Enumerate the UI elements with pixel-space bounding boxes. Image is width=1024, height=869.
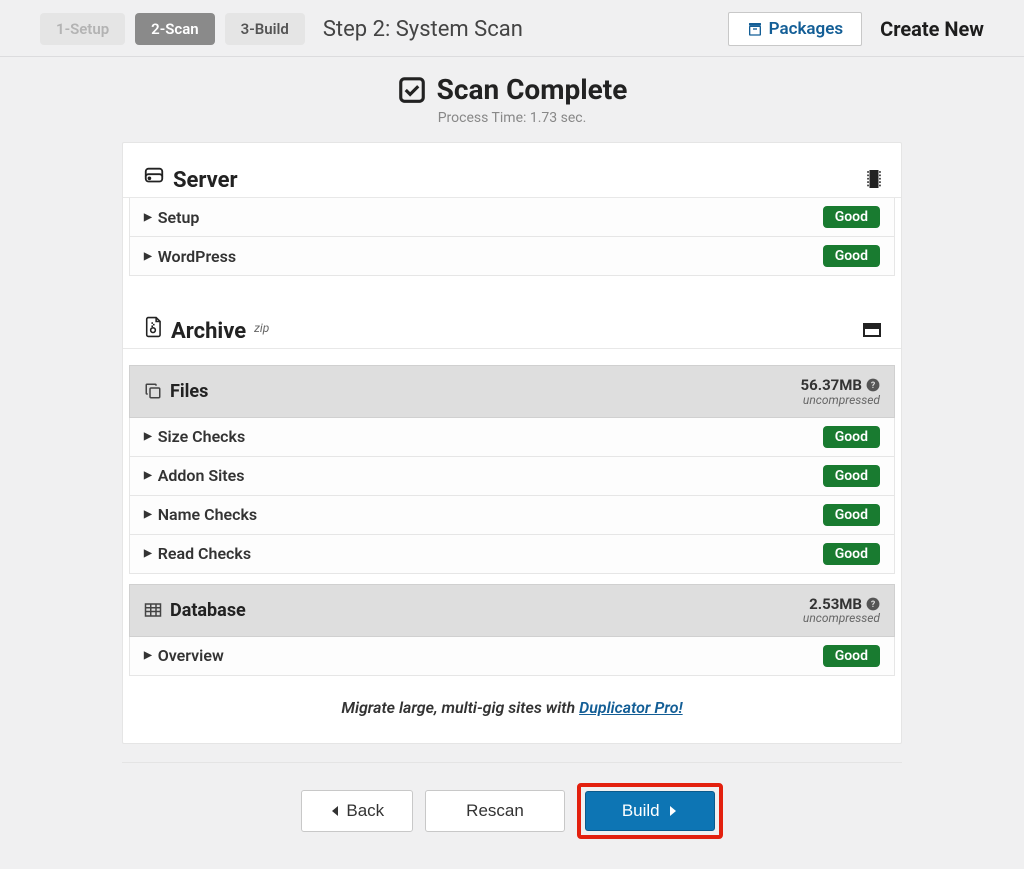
row-label: WordPress — [158, 247, 236, 266]
build-label: Build — [622, 801, 660, 821]
caret-right-icon: ▶ — [144, 431, 152, 442]
status-badge: Good — [823, 426, 880, 448]
files-item-name-checks[interactable]: ▶ Name Checks Good — [129, 496, 895, 535]
promo-line: Migrate large, multi-gig sites with Dupl… — [123, 698, 901, 717]
server-item-wordpress[interactable]: ▶ WordPress Good — [129, 237, 895, 276]
step-1-setup: 1-Setup — [40, 13, 125, 45]
row-label: Overview — [158, 646, 224, 665]
archive-format: zip — [254, 321, 269, 335]
database-size: 2.53MB — [809, 596, 862, 613]
caret-right-icon — [668, 805, 678, 817]
status-badge: Good — [823, 543, 880, 565]
back-label: Back — [346, 801, 384, 821]
table-icon — [144, 602, 162, 618]
build-highlight: Build — [577, 783, 723, 839]
hdd-icon — [143, 165, 165, 187]
files-size: 56.37MB — [801, 377, 862, 394]
server-section-header: Server — [123, 143, 901, 198]
step-3-build[interactable]: 3-Build — [225, 13, 305, 45]
row-label: Read Checks — [158, 544, 251, 563]
wizard-header: 1-Setup 2-Scan 3-Build Step 2: System Sc… — [0, 0, 1024, 57]
status-badge: Good — [823, 504, 880, 526]
server-title: Server — [173, 168, 238, 193]
database-item-overview[interactable]: ▶ Overview Good — [129, 637, 895, 676]
files-item-size-checks[interactable]: ▶ Size Checks Good — [129, 418, 895, 457]
svg-text:?: ? — [871, 600, 876, 610]
row-label: Setup — [158, 208, 200, 227]
copy-icon — [144, 382, 162, 400]
process-time: Process Time: 1.73 sec. — [0, 110, 1024, 126]
build-button[interactable]: Build — [585, 791, 715, 831]
help-icon[interactable]: ? — [866, 378, 880, 392]
status-badge: Good — [823, 465, 880, 487]
row-label: Addon Sites — [158, 466, 245, 485]
caret-left-icon — [330, 805, 340, 817]
wizard-buttons: Back Rescan Build — [0, 783, 1024, 839]
archive-section-header: Archive zip — [123, 294, 901, 349]
rescan-label: Rescan — [466, 801, 524, 821]
window-icon — [863, 323, 881, 337]
step-2-scan: 2-Scan — [135, 13, 214, 45]
files-title: Files — [170, 381, 208, 402]
packages-label: Packages — [769, 19, 843, 39]
status-badge: Good — [823, 245, 880, 267]
database-title: Database — [170, 600, 246, 621]
check-square-icon — [397, 75, 427, 105]
help-icon[interactable]: ? — [866, 597, 880, 611]
archive-title: Archive — [171, 319, 246, 344]
files-item-read-checks[interactable]: ▶ Read Checks Good — [129, 535, 895, 574]
caret-right-icon: ▶ — [144, 470, 152, 481]
status-badge: Good — [823, 645, 880, 667]
scan-results-panel: Server ▶ Setup Good ▶ WordPress Good Archi… — [122, 142, 902, 744]
caret-right-icon: ▶ — [144, 212, 152, 223]
duplicator-pro-link[interactable]: Duplicator Pro! — [579, 698, 683, 717]
top-actions: Packages Create New — [728, 12, 984, 46]
caret-right-icon: ▶ — [144, 251, 152, 262]
footer-divider — [122, 762, 902, 763]
database-uncompressed: uncompressed — [803, 612, 880, 625]
packages-button[interactable]: Packages — [728, 12, 862, 46]
row-label: Size Checks — [158, 427, 246, 446]
promo-prefix: Migrate large, multi-gig sites with — [341, 698, 579, 717]
scan-complete-header: Scan Complete Process Time: 1.73 sec. — [0, 73, 1024, 126]
film-icon — [867, 170, 881, 188]
back-button[interactable]: Back — [301, 790, 413, 832]
scan-title: Scan Complete — [437, 73, 628, 106]
row-label: Name Checks — [158, 505, 257, 524]
files-group-header: Files 56.37MB ? uncompressed — [129, 365, 895, 418]
caret-right-icon: ▶ — [144, 650, 152, 661]
server-item-setup[interactable]: ▶ Setup Good — [129, 198, 895, 237]
database-group-header: Database 2.53MB ? uncompressed — [129, 584, 895, 637]
create-new-heading: Create New — [880, 17, 984, 41]
caret-right-icon: ▶ — [144, 509, 152, 520]
svg-text:?: ? — [871, 381, 876, 391]
status-badge: Good — [823, 206, 880, 228]
files-item-addon-sites[interactable]: ▶ Addon Sites Good — [129, 457, 895, 496]
rescan-button[interactable]: Rescan — [425, 790, 565, 832]
file-archive-icon — [143, 316, 163, 338]
step-title: Step 2: System Scan — [323, 17, 718, 42]
files-uncompressed: uncompressed — [801, 394, 880, 407]
archive-box-icon — [747, 21, 763, 37]
caret-right-icon: ▶ — [144, 548, 152, 559]
